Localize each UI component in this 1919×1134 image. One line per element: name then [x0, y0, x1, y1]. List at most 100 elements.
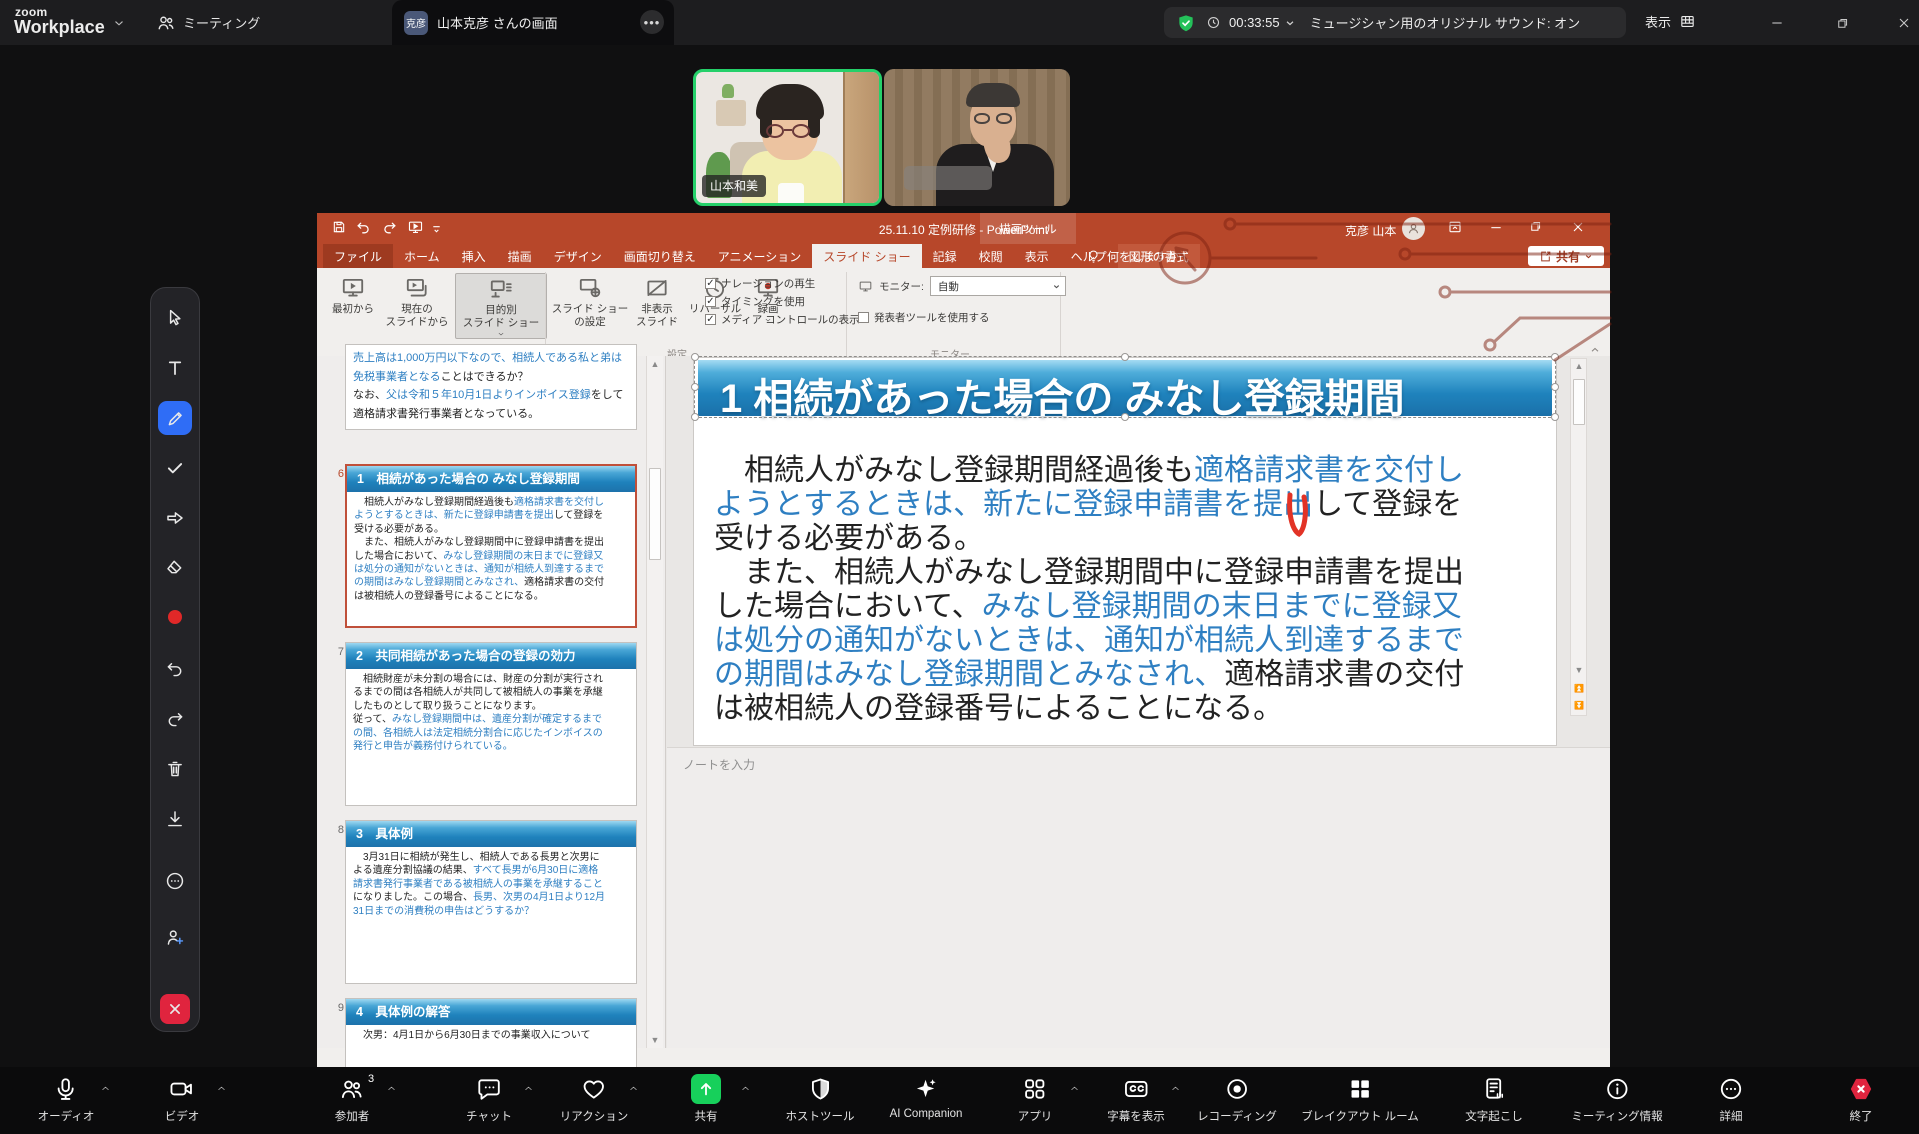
screen-tab-more-icon[interactable]: •••: [640, 10, 664, 34]
annotation-tool-add-person-icon[interactable]: [165, 927, 186, 948]
ribbon-tab-11[interactable]: 表示: [1014, 244, 1060, 268]
annotation-tool-close-icon[interactable]: [160, 994, 190, 1024]
ribbon-tab-9[interactable]: 記録: [922, 244, 968, 268]
toolbar-more-button[interactable]: 詳細: [1718, 1073, 1744, 1124]
toolbar-video-chevron-icon[interactable]: [216, 1083, 227, 1094]
tell-me-box[interactable]: 何をしますか: [1086, 244, 1179, 268]
ribbon-tab-6[interactable]: 画面切り替え: [613, 244, 707, 268]
ribbon-display-options-icon[interactable]: [1447, 219, 1463, 235]
selection-handle[interactable]: [1551, 383, 1559, 391]
ribbon-tab-7[interactable]: アニメーション: [707, 244, 813, 268]
toolbar-participants-button[interactable]: 参加者: [335, 1073, 370, 1124]
ribbon-button-最初から[interactable]: 最初から: [325, 273, 381, 316]
ppt-minimize-button[interactable]: [1488, 219, 1504, 235]
security-shield-icon[interactable]: [1176, 13, 1196, 33]
scroll-up-icon[interactable]: ▲: [649, 359, 661, 369]
toolbar-reactions-button[interactable]: リアクション: [560, 1073, 628, 1124]
toolbar-captions-chevron-icon[interactable]: [1170, 1083, 1181, 1094]
ribbon-button-目的別-スライド ショー[interactable]: 目的別スライド ショー: [455, 273, 547, 339]
annotation-tool-pen-icon[interactable]: [158, 401, 192, 435]
ribbon-collapse-icon[interactable]: [1589, 344, 1601, 356]
annotation-tool-eraser-icon[interactable]: [165, 557, 186, 578]
ribbon-tab-3[interactable]: 挿入: [451, 244, 497, 268]
slide-scrollbar-thumb[interactable]: [1573, 379, 1585, 425]
ribbon-tab-1[interactable]: ファイル: [323, 244, 393, 268]
toolbar-ai-companion-button[interactable]: AI Companion: [890, 1073, 963, 1120]
annotation-tool-color-icon[interactable]: [165, 607, 186, 628]
notes-pane[interactable]: ノートを入力: [667, 747, 1610, 1048]
slide-thumbnail-8[interactable]: 3 具体例 3月31日に相続が発生し、相続人である長男と次男による遺産分割協議の…: [345, 820, 637, 984]
selection-handle[interactable]: [691, 353, 699, 361]
thumbnail-scrollbar[interactable]: ▲ ▼: [646, 356, 663, 1048]
ribbon-button-非表示-スライド[interactable]: 非表示スライド: [631, 273, 683, 329]
checkbox-タイミングを使用[interactable]: ✓タイミングを使用: [705, 294, 805, 309]
toolbar-apps-button[interactable]: アプリ: [1018, 1073, 1053, 1124]
window-minimize-button[interactable]: [1765, 11, 1789, 35]
selection-handle[interactable]: [1551, 413, 1559, 421]
thumbnail-scrollbar-thumb[interactable]: [649, 468, 661, 560]
ribbon-tab-8[interactable]: スライド ショー: [812, 244, 921, 268]
toolbar-leave-button[interactable]: 終了: [1848, 1073, 1874, 1124]
checkbox-メディア コントロールの表示[interactable]: ✓メディア コントロールの表示: [705, 312, 860, 327]
toolbar-audio-button[interactable]: オーディオ: [38, 1073, 95, 1124]
video-participant-2[interactable]: [884, 69, 1070, 206]
annotation-tool-arrow-stamp-icon[interactable]: [165, 508, 186, 529]
ribbon-button-現在の-スライドから[interactable]: 現在のスライドから: [383, 273, 451, 329]
ribbon-tab-4[interactable]: 描画: [497, 244, 543, 268]
ppt-share-button[interactable]: 共有: [1528, 246, 1604, 266]
window-close-button[interactable]: [1892, 11, 1916, 35]
toolbar-breakout-rooms-button[interactable]: ブレイクアウト ルーム: [1301, 1073, 1419, 1124]
slide[interactable]: 1 相続があった場合の みなし登録期間 相続人がみなし登録期間経過後も適格請求書…: [694, 358, 1556, 745]
view-button[interactable]: 表示: [1645, 12, 1696, 31]
ribbon-tab-5[interactable]: デザイン: [543, 244, 613, 268]
scroll-down-icon[interactable]: ▼: [649, 1035, 661, 1045]
tab-shared-screen[interactable]: 克彦 山本克彦 さんの画面 •••: [392, 0, 674, 45]
monitor-dropdown[interactable]: 自動: [930, 276, 1066, 296]
toolbar-meeting-info-button[interactable]: ミーティング情報: [1571, 1073, 1662, 1124]
ribbon-tab-10[interactable]: 校閲: [968, 244, 1014, 268]
checkbox-ナレーションの再生[interactable]: ✓ナレーションの再生: [705, 276, 815, 291]
selection-handle[interactable]: [691, 413, 699, 421]
selection-handle[interactable]: [1121, 353, 1129, 361]
selection-handle[interactable]: [691, 383, 699, 391]
toolbar-recording-button[interactable]: レコーディング: [1197, 1073, 1277, 1124]
video-participant-1[interactable]: 山本和美: [693, 69, 882, 206]
next-slide-button[interactable]: ⏬: [1573, 701, 1585, 710]
toolbar-apps-chevron-icon[interactable]: [1069, 1083, 1080, 1094]
slide-scroll-down-icon[interactable]: ▼: [1573, 665, 1585, 675]
toolbar-transcript-button[interactable]: 文字起こし: [1465, 1073, 1523, 1124]
ppt-close-button[interactable]: [1570, 219, 1586, 235]
toolbar-captions-button[interactable]: 字幕を表示: [1107, 1073, 1165, 1124]
slide-editing-canvas[interactable]: 1 相続があった場合の みなし登録期間 相続人がみなし登録期間経過後も適格請求書…: [667, 356, 1593, 745]
annotation-tool-more-icon[interactable]: [165, 871, 186, 892]
toolbar-reactions-chevron-icon[interactable]: [628, 1083, 639, 1094]
slide-thumbnail-6[interactable]: 1 相続があった場合の みなし登録期間 相続人がみなし登録期間経過後も適格請求書…: [345, 464, 637, 628]
toolbar-share-chevron-icon[interactable]: [740, 1083, 751, 1094]
toolbar-share-button[interactable]: 共有: [691, 1073, 721, 1124]
presenter-tools-checkbox[interactable]: 発表者ツールを使用する: [858, 310, 990, 325]
window-restore-button[interactable]: [1830, 11, 1854, 35]
annotation-tool-check-icon[interactable]: [165, 458, 186, 479]
ppt-restore-button[interactable]: [1528, 219, 1543, 234]
ppt-user-avatar[interactable]: [1402, 217, 1425, 240]
slide-scroll-up-icon[interactable]: ▲: [1573, 361, 1585, 371]
workspace-chevron-icon[interactable]: [112, 16, 126, 30]
annotation-tool-save-icon[interactable]: [165, 809, 186, 830]
annotation-tool-text-icon[interactable]: [165, 358, 186, 379]
tab-meeting[interactable]: ミーティング: [156, 0, 260, 45]
toolbar-participants-chevron-icon[interactable]: [386, 1083, 397, 1094]
previous-slide-button[interactable]: ⏫: [1573, 684, 1585, 693]
annotation-tool-redo-icon[interactable]: [165, 709, 186, 730]
slide-vertical-scrollbar[interactable]: ▲ ▼ ⏫ ⏬: [1570, 358, 1587, 716]
annotation-tool-select-icon[interactable]: [165, 308, 186, 329]
selection-handle[interactable]: [1551, 353, 1559, 361]
slide-thumbnail-7[interactable]: 2 共同相続があった場合の登録の効力 相続財産が未分割の場合には、財産の分割が実…: [345, 642, 637, 806]
original-sound-status[interactable]: ミュージシャン用のオリジナル サウンド: オン: [1310, 13, 1581, 32]
toolbar-video-button[interactable]: ビデオ: [165, 1073, 200, 1124]
annotation-tool-undo-icon[interactable]: [165, 659, 186, 680]
timer-chevron-icon[interactable]: [1284, 17, 1296, 29]
toolbar-host-tools-button[interactable]: ホストツール: [786, 1073, 855, 1124]
slide-thumbnail-5-partial[interactable]: 売上高は1,000万円以下なので、相続人である私と弟は免税事業者となることはでき…: [345, 344, 637, 430]
slide-body-text[interactable]: 相続人がみなし登録期間経過後も適格請求書を交付しようとするときは、新たに登録申請…: [714, 454, 1544, 726]
annotation-tool-trash-icon[interactable]: [165, 759, 186, 780]
